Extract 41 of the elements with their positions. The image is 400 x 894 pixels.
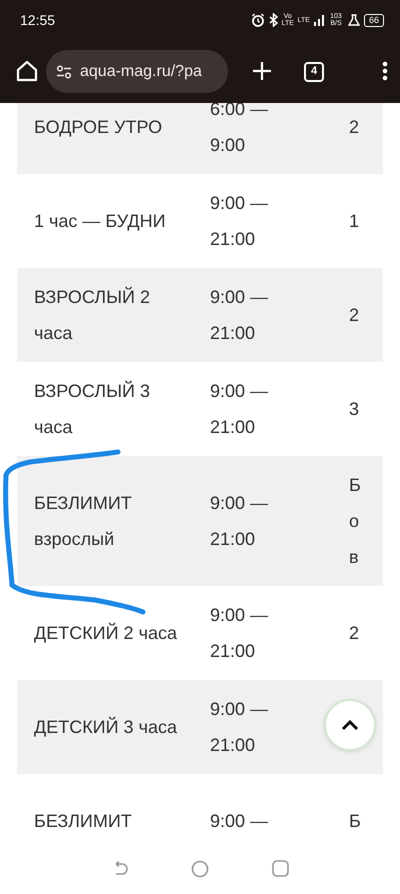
column-3-text: Б <box>349 474 361 497</box>
tab-count-button[interactable]: 4 <box>304 62 324 82</box>
column-3-text: 2 <box>349 622 360 645</box>
home-button[interactable] <box>16 60 38 84</box>
column-3-text: 3 <box>349 398 360 421</box>
status-time: 12:55 <box>20 10 56 30</box>
column-3-text: в <box>349 546 360 569</box>
ticket-name: БЕЗЛИМИТ взрослый <box>34 492 133 551</box>
column-3-text: Б <box>349 810 361 833</box>
chevron-up-icon <box>341 719 359 731</box>
column-3-text: о <box>349 510 360 533</box>
column-3-text: 2 <box>349 116 360 139</box>
ticket-name: ДЕТСКИЙ 2 часа <box>34 622 178 645</box>
ticket-name: ВЗРОСЛЫЙ 3 часа <box>34 380 151 439</box>
bluetooth-icon <box>268 13 278 27</box>
ticket-name: БОДРОЕ УТРО <box>34 116 164 139</box>
site-settings-icon <box>56 64 72 78</box>
battery-indicator: 66 <box>364 14 384 26</box>
time-range: 9:00 — 21:00 <box>210 698 270 757</box>
alarm-icon <box>250 13 265 27</box>
time-range: 9:00 — 21:00 <box>210 380 270 439</box>
ticket-name: 1 час — БУДНИ <box>34 210 167 233</box>
ticket-name: ДЕТСКИЙ 3 часа <box>34 716 178 739</box>
time-range: 9:00 — 21:00 <box>210 192 270 251</box>
home-icon <box>16 60 38 82</box>
home-circle-icon[interactable] <box>190 860 208 878</box>
column-3-text: 2 <box>349 304 360 327</box>
recents-icon[interactable] <box>272 860 288 877</box>
more-icon <box>382 61 388 82</box>
time-range: 9:00 — 21:00 <box>210 604 270 663</box>
column-3-text: 1 <box>349 210 360 233</box>
signal-icon <box>314 14 324 26</box>
address-bar[interactable]: aqua-mag.ru/?pa <box>46 50 228 93</box>
time-range: 9:00 — 21:00 <box>210 286 270 345</box>
time-range: 9:00 — <box>210 810 270 833</box>
ticket-name: БЕЗЛИМИТ <box>34 810 133 833</box>
url-text: aqua-mag.ru/?pa <box>80 62 202 82</box>
ticket-name: ВЗРОСЛЫЙ 2 часа <box>34 286 151 345</box>
flask-icon <box>348 14 360 26</box>
plus-icon <box>252 61 272 82</box>
time-range: 9:00 — 21:00 <box>210 492 270 551</box>
